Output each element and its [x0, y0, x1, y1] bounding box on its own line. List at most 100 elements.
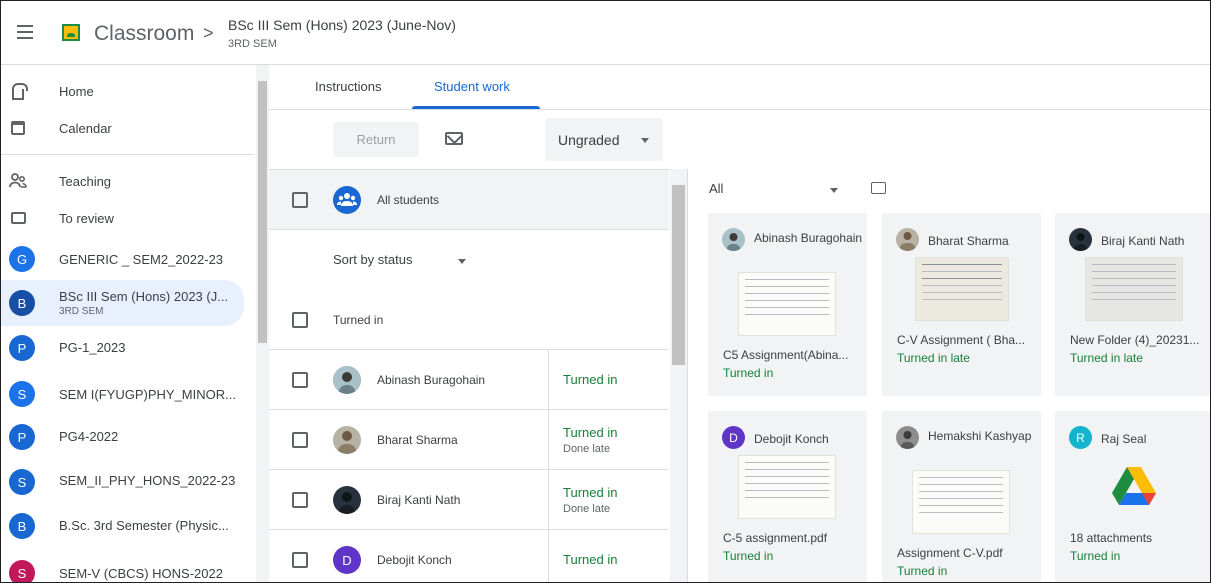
student-row[interactable]: Bharat Sharma Turned in Done late — [269, 410, 669, 470]
class-avatar: P — [9, 424, 35, 450]
attachment-thumbnail — [738, 455, 836, 519]
attachment-thumbnail — [1085, 257, 1183, 321]
student-avatar: R — [1069, 426, 1092, 449]
sidebar-class-item[interactable]: S SEM-V (CBCS) HONS-2022 — [1, 554, 244, 582]
column-divider — [548, 350, 549, 410]
main-menu-icon[interactable] — [13, 21, 37, 45]
student-avatar — [896, 426, 919, 449]
student-avatar: D — [333, 546, 361, 574]
dropdown-arrow-icon[interactable] — [830, 188, 838, 193]
sidebar-item-label: Home — [59, 84, 94, 99]
submission-status: Turned in late — [897, 351, 970, 365]
class-title[interactable]: BSc III Sem (Hons) 2023 (June-Nov) — [228, 17, 456, 33]
student-name: Debojit Konch — [754, 432, 829, 446]
sidebar-item-label: To review — [59, 211, 114, 226]
submission-card[interactable]: Hemakshi Kashyap Assignment C-V.pdf Turn… — [882, 411, 1041, 582]
sidebar-scrollbar-thumb[interactable] — [258, 81, 267, 343]
submission-note: Done late — [563, 443, 611, 455]
submission-status: Turned in late — [1070, 351, 1143, 365]
submission-status: Turned in — [1070, 549, 1121, 563]
tab-bar: Instructions Student work — [269, 65, 1210, 110]
breadcrumb-chevron-icon: > — [203, 23, 214, 43]
submission-card[interactable]: D Debojit Konch C-5 assignment.pdf Turne… — [708, 411, 867, 582]
class-name: SEM I(FYUGP)PHY_MINOR... — [59, 387, 236, 402]
sidebar-class-item[interactable]: B B.Sc. 3rd Semester (Physic... — [1, 507, 244, 545]
submission-status: Turned in — [563, 552, 618, 567]
class-name: SEM_II_PHY_HONS_2022-23 — [59, 473, 236, 488]
sidebar-class-item-active[interactable]: B BSc III Sem (Hons) 2023 (J... 3RD SEM — [1, 280, 244, 326]
sort-row: Sort by status — [269, 230, 669, 290]
active-tab-indicator — [412, 106, 540, 109]
student-name: Biraj Kanti Nath — [1101, 234, 1185, 248]
sidebar-class-item[interactable]: G GENERIC _ SEM2_2022-23 — [1, 240, 244, 278]
class-avatar: B — [9, 513, 35, 539]
student-name: Abinash Buragohain — [754, 231, 863, 245]
student-row[interactable]: Biraj Kanti Nath Turned in Done late — [269, 470, 669, 530]
student-row[interactable]: Abinash Buragohain Turned in — [269, 350, 669, 410]
student-checkbox[interactable] — [292, 372, 308, 388]
list-scrollbar-thumb[interactable] — [672, 185, 685, 365]
select-all-checkbox[interactable] — [292, 192, 308, 208]
attachment-name: 18 attachments — [1070, 531, 1153, 545]
group-checkbox[interactable] — [292, 312, 308, 328]
submission-status: Turned in — [897, 564, 948, 578]
status-group-row[interactable]: Turned in — [269, 290, 669, 350]
sidebar-item-to-review[interactable]: To review — [1, 199, 244, 237]
sidebar-class-item[interactable]: P PG-1_2023 — [1, 329, 244, 367]
student-name: Hemakshi Kashyap — [928, 429, 1032, 443]
sidebar-class-item[interactable]: P PG4-2022 — [1, 418, 244, 456]
email-icon[interactable] — [445, 132, 463, 145]
tab-student-work[interactable]: Student work — [434, 79, 510, 94]
attachment-thumbnail — [738, 272, 836, 336]
submission-card[interactable]: Biraj Kanti Nath New Folder (4)_20231...… — [1055, 213, 1210, 396]
work-filter-select[interactable]: All — [709, 181, 723, 196]
sidebar-item-teaching[interactable]: Teaching — [1, 162, 244, 200]
sort-select[interactable]: Sort by status — [333, 252, 412, 267]
student-avatar: D — [722, 426, 745, 449]
class-name: B.Sc. 3rd Semester (Physic... — [59, 518, 229, 533]
people-icon — [8, 171, 28, 191]
sidebar-item-calendar[interactable]: Calendar — [1, 109, 244, 147]
student-row[interactable]: D Debojit Konch Turned in — [269, 530, 669, 582]
student-name: Abinash Buragohain — [377, 373, 486, 387]
class-name: SEM-V (CBCS) HONS-2022 — [59, 566, 223, 581]
class-name: PG4-2022 — [59, 429, 119, 444]
class-name: BSc III Sem (Hons) 2023 (J... — [59, 289, 229, 304]
sidebar-item-label: Teaching — [59, 174, 112, 189]
home-icon — [8, 82, 28, 102]
dropdown-arrow-icon[interactable] — [458, 259, 466, 264]
open-folder-icon[interactable] — [871, 182, 886, 194]
submission-card[interactable]: Bharat Sharma C-V Assignment ( Bha... Tu… — [882, 213, 1041, 396]
student-checkbox[interactable] — [292, 552, 308, 568]
student-list: All students Sort by status Turned in Ab… — [269, 169, 688, 582]
sidebar-class-item[interactable]: S SEM I(FYUGP)PHY_MINOR... — [1, 375, 244, 413]
app-name[interactable]: Classroom — [94, 22, 194, 46]
sidebar-item-home[interactable]: Home — [1, 72, 244, 110]
sidebar-divider — [1, 154, 254, 155]
attachment-thumbnail — [915, 257, 1009, 321]
grade-filter-value: Ungraded — [558, 132, 620, 148]
submission-status: Turned in — [723, 549, 774, 563]
attachment-name: C-V Assignment ( Bha... — [897, 333, 1026, 347]
tab-instructions[interactable]: Instructions — [315, 79, 381, 94]
student-checkbox[interactable] — [292, 432, 308, 448]
submission-status: Turned in — [563, 425, 618, 440]
submission-card[interactable]: Abinash Buragohain C5 Assignment(Abina..… — [708, 213, 867, 396]
group-icon — [333, 186, 361, 214]
class-avatar: S — [9, 381, 35, 407]
class-name: GENERIC _ SEM2_2022-23 — [59, 252, 224, 267]
column-divider — [548, 410, 549, 470]
all-students-row[interactable]: All students — [269, 170, 669, 230]
column-divider — [548, 470, 549, 530]
return-button[interactable]: Return — [333, 122, 419, 157]
submission-card[interactable]: R Raj Seal 18 attachments Turned in — [1055, 411, 1210, 582]
sidebar-item-label: Calendar — [59, 121, 112, 136]
submission-status: Turned in — [723, 366, 774, 380]
classroom-logo-icon[interactable] — [62, 24, 80, 41]
student-name: Bharat Sharma — [928, 234, 1009, 248]
attachment-thumbnail — [912, 470, 1010, 534]
sidebar-class-item[interactable]: S SEM_II_PHY_HONS_2022-23 — [1, 463, 244, 501]
grade-filter-select[interactable]: Ungraded — [545, 118, 663, 161]
class-avatar: P — [9, 335, 35, 361]
student-checkbox[interactable] — [292, 492, 308, 508]
